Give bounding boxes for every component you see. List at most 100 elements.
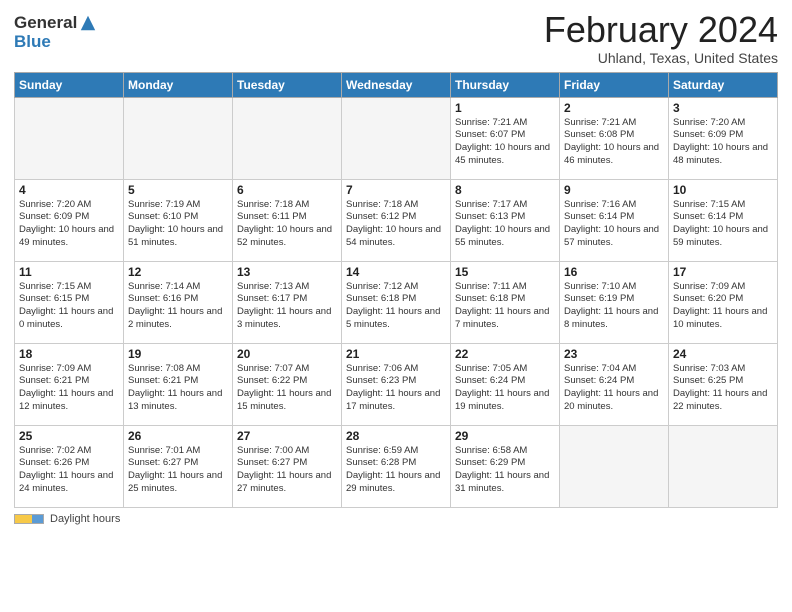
calendar-cell: 13 Sunrise: 7:13 AMSunset: 6:17 PMDayligh…: [233, 261, 342, 343]
day-info: Sunrise: 7:17 AMSunset: 6:13 PMDaylight:…: [455, 199, 555, 250]
calendar-cell: 10 Sunrise: 7:15 AMSunset: 6:14 PMDayligh…: [669, 179, 778, 261]
calendar-cell: 28 Sunrise: 6:59 AMSunset: 6:28 PMDayligh…: [342, 425, 451, 507]
daylight-label: Daylight hours: [50, 513, 120, 525]
calendar-week-4: 18Sunrise: 7:09 AMSunset: 6:21 PMDayligh…: [15, 343, 778, 425]
day-number: 20: [237, 347, 337, 361]
day-number: 5: [128, 183, 228, 197]
day-number: 24: [673, 347, 773, 361]
calendar-cell: 25 Sunrise: 7:02 AMSunset: 6:26 PMDayligh…: [15, 425, 124, 507]
calendar-cell: 15 Sunrise: 7:11 AMSunset: 6:18 PMDayligh…: [451, 261, 560, 343]
day-number: 28: [346, 429, 446, 443]
calendar-week-3: 11Sunrise: 7:15 AMSunset: 6:15 PMDayligh…: [15, 261, 778, 343]
calendar-cell: [669, 425, 778, 507]
month-title: February 2024: [544, 10, 778, 50]
day-info: Sunrise: 7:02 AMSunset: 6:26 PMDaylight:…: [19, 445, 119, 496]
day-number: 23: [564, 347, 664, 361]
calendar-cell: 9 Sunrise: 7:16 AMSunset: 6:14 PMDaylight…: [560, 179, 669, 261]
day-number: 21: [346, 347, 446, 361]
day-info: Sunrise: 7:14 AMSunset: 6:16 PMDaylight:…: [128, 281, 228, 332]
day-number: 14: [346, 265, 446, 279]
calendar-cell: 19Sunrise: 7:08 AMSunset: 6:21 PMDayligh…: [124, 343, 233, 425]
day-info: Sunrise: 7:03 AMSunset: 6:25 PMDaylight:…: [673, 363, 773, 414]
day-info: Sunrise: 7:10 AMSunset: 6:19 PMDaylight:…: [564, 281, 664, 332]
calendar-week-2: 4 Sunrise: 7:20 AMSunset: 6:09 PMDaylight…: [15, 179, 778, 261]
header: General Blue February 2024 Uhland, Texas…: [14, 10, 778, 66]
day-number: 25: [19, 429, 119, 443]
day-info: Sunrise: 7:00 AMSunset: 6:27 PMDaylight:…: [237, 445, 337, 496]
day-info: Sunrise: 7:09 AMSunset: 6:21 PMDaylight:…: [19, 363, 119, 414]
day-number: 17: [673, 265, 773, 279]
calendar-cell: 1Sunrise: 7:21 AMSunset: 6:07 PMDaylight…: [451, 97, 560, 179]
day-number: 1: [455, 101, 555, 115]
logo-text: General Blue: [14, 14, 97, 51]
day-info: Sunrise: 6:59 AMSunset: 6:28 PMDaylight:…: [346, 445, 446, 496]
day-info: Sunrise: 7:20 AMSunset: 6:09 PMDaylight:…: [19, 199, 119, 250]
calendar-cell: [15, 97, 124, 179]
calendar-table: SundayMondayTuesdayWednesdayThursdayFrid…: [14, 72, 778, 508]
footer-note: Daylight hours: [14, 513, 778, 525]
calendar-cell: 22 Sunrise: 7:05 AMSunset: 6:24 PMDayligh…: [451, 343, 560, 425]
day-number: 9: [564, 183, 664, 197]
col-header-tuesday: Tuesday: [233, 72, 342, 97]
day-info: Sunrise: 7:05 AMSunset: 6:24 PMDaylight:…: [455, 363, 555, 414]
col-header-monday: Monday: [124, 72, 233, 97]
calendar-cell: 27Sunrise: 7:00 AMSunset: 6:27 PMDayligh…: [233, 425, 342, 507]
day-info: Sunrise: 7:13 AMSunset: 6:17 PMDaylight:…: [237, 281, 337, 332]
day-number: 3: [673, 101, 773, 115]
col-header-wednesday: Wednesday: [342, 72, 451, 97]
calendar-cell: [560, 425, 669, 507]
day-info: Sunrise: 7:18 AMSunset: 6:11 PMDaylight:…: [237, 199, 337, 250]
day-info: Sunrise: 7:15 AMSunset: 6:14 PMDaylight:…: [673, 199, 773, 250]
calendar-page: General Blue February 2024 Uhland, Texas…: [0, 0, 792, 612]
calendar-week-5: 25 Sunrise: 7:02 AMSunset: 6:26 PMDayligh…: [15, 425, 778, 507]
day-number: 13: [237, 265, 337, 279]
calendar-cell: [233, 97, 342, 179]
day-number: 7: [346, 183, 446, 197]
day-number: 16: [564, 265, 664, 279]
logo-blue: Blue: [14, 33, 97, 52]
day-number: 11: [19, 265, 119, 279]
day-number: 2: [564, 101, 664, 115]
calendar-cell: 7Sunrise: 7:18 AMSunset: 6:12 PMDaylight…: [342, 179, 451, 261]
day-info: Sunrise: 7:06 AMSunset: 6:23 PMDaylight:…: [346, 363, 446, 414]
col-header-thursday: Thursday: [451, 72, 560, 97]
calendar-cell: [124, 97, 233, 179]
day-number: 10: [673, 183, 773, 197]
day-number: 6: [237, 183, 337, 197]
calendar-header-row: SundayMondayTuesdayWednesdayThursdayFrid…: [15, 72, 778, 97]
day-number: 15: [455, 265, 555, 279]
day-number: 4: [19, 183, 119, 197]
calendar-cell: 11Sunrise: 7:15 AMSunset: 6:15 PMDayligh…: [15, 261, 124, 343]
logo-icon: [79, 14, 97, 32]
day-info: Sunrise: 7:01 AMSunset: 6:27 PMDaylight:…: [128, 445, 228, 496]
calendar-cell: 5Sunrise: 7:19 AMSunset: 6:10 PMDaylight…: [124, 179, 233, 261]
day-number: 19: [128, 347, 228, 361]
title-area: February 2024 Uhland, Texas, United Stat…: [544, 10, 778, 66]
calendar-cell: 12 Sunrise: 7:14 AMSunset: 6:16 PMDayligh…: [124, 261, 233, 343]
calendar-cell: 29Sunrise: 6:58 AMSunset: 6:29 PMDayligh…: [451, 425, 560, 507]
location-subtitle: Uhland, Texas, United States: [544, 50, 778, 66]
calendar-cell: 18Sunrise: 7:09 AMSunset: 6:21 PMDayligh…: [15, 343, 124, 425]
calendar-cell: 20 Sunrise: 7:07 AMSunset: 6:22 PMDayligh…: [233, 343, 342, 425]
day-info: Sunrise: 7:04 AMSunset: 6:24 PMDaylight:…: [564, 363, 664, 414]
day-info: Sunrise: 7:11 AMSunset: 6:18 PMDaylight:…: [455, 281, 555, 332]
calendar-cell: 23 Sunrise: 7:04 AMSunset: 6:24 PMDayligh…: [560, 343, 669, 425]
day-info: Sunrise: 7:07 AMSunset: 6:22 PMDaylight:…: [237, 363, 337, 414]
day-number: 22: [455, 347, 555, 361]
logo-area: General Blue: [14, 10, 97, 51]
day-number: 12: [128, 265, 228, 279]
day-info: Sunrise: 7:12 AMSunset: 6:18 PMDaylight:…: [346, 281, 446, 332]
calendar-cell: 14 Sunrise: 7:12 AMSunset: 6:18 PMDayligh…: [342, 261, 451, 343]
day-info: Sunrise: 7:21 AMSunset: 6:08 PMDaylight:…: [564, 117, 664, 168]
day-info: Sunrise: 7:16 AMSunset: 6:14 PMDaylight:…: [564, 199, 664, 250]
col-header-sunday: Sunday: [15, 72, 124, 97]
calendar-cell: 2 Sunrise: 7:21 AMSunset: 6:08 PMDaylight…: [560, 97, 669, 179]
calendar-cell: 4 Sunrise: 7:20 AMSunset: 6:09 PMDaylight…: [15, 179, 124, 261]
col-header-saturday: Saturday: [669, 72, 778, 97]
calendar-week-1: 1Sunrise: 7:21 AMSunset: 6:07 PMDaylight…: [15, 97, 778, 179]
calendar-cell: 16 Sunrise: 7:10 AMSunset: 6:19 PMDayligh…: [560, 261, 669, 343]
day-number: 8: [455, 183, 555, 197]
day-info: Sunrise: 6:58 AMSunset: 6:29 PMDaylight:…: [455, 445, 555, 496]
calendar-cell: 21 Sunrise: 7:06 AMSunset: 6:23 PMDayligh…: [342, 343, 451, 425]
calendar-cell: 17Sunrise: 7:09 AMSunset: 6:20 PMDayligh…: [669, 261, 778, 343]
